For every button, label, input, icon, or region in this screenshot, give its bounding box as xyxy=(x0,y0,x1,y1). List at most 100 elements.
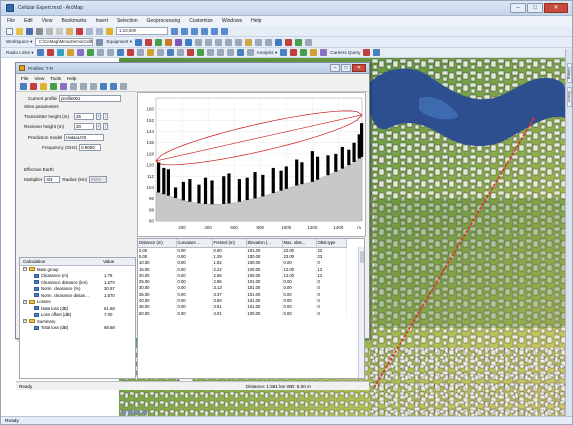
redo-icon[interactable] xyxy=(96,27,103,35)
grid-icon[interactable] xyxy=(185,38,193,46)
rl-profile-icon[interactable] xyxy=(56,49,64,56)
rl-pin-icon[interactable] xyxy=(186,49,194,56)
measure-icon[interactable] xyxy=(235,38,243,46)
expand-toggle-icon[interactable]: − xyxy=(23,299,27,304)
profile-table-icon[interactable] xyxy=(70,83,77,90)
an-3-icon[interactable] xyxy=(300,49,308,56)
search-tab[interactable]: Search xyxy=(567,87,572,107)
globe-icon[interactable] xyxy=(275,38,283,46)
table-icon[interactable] xyxy=(181,27,188,35)
rx-height-options-icon[interactable]: ⋮ xyxy=(103,123,108,130)
profile-menu-file[interactable]: File xyxy=(21,76,28,81)
toolbox-icon[interactable] xyxy=(211,27,218,35)
layout-view-icon[interactable] xyxy=(121,410,126,415)
calc-row[interactable]: Total loss (dB) 68.68 xyxy=(20,325,135,332)
rl-star-icon[interactable] xyxy=(146,49,154,56)
an-5-icon[interactable] xyxy=(320,49,328,56)
rx-height-spin-icon[interactable]: ↕ xyxy=(96,123,101,130)
profile-minimize-button[interactable]: – xyxy=(330,64,340,72)
open-icon[interactable] xyxy=(16,27,23,35)
rl-print-icon[interactable] xyxy=(246,49,254,56)
copy-icon[interactable] xyxy=(56,27,63,35)
profile-open-icon[interactable] xyxy=(40,83,47,90)
profile-save-icon[interactable] xyxy=(50,83,57,90)
chart-icon[interactable] xyxy=(285,38,293,46)
workspace-menu[interactable]: Workspace ▾ xyxy=(6,39,32,45)
profile-print-icon[interactable] xyxy=(110,83,117,90)
antenna-icon[interactable] xyxy=(145,38,153,46)
rx-height-input[interactable]: 30 xyxy=(74,123,94,130)
rl-layer-icon[interactable] xyxy=(166,49,174,56)
menu-edit[interactable]: Edit xyxy=(24,18,33,24)
save-icon[interactable] xyxy=(26,27,33,35)
data-view-icon[interactable] xyxy=(128,410,133,415)
grid-column-header[interactable]: Distance (m) xyxy=(138,239,177,248)
tx-height-input[interactable]: 26 xyxy=(74,113,94,120)
equipment-menu[interactable]: Equipment ▾ xyxy=(106,39,132,45)
radio-links-menu[interactable]: Radio Links ▾ xyxy=(6,50,34,56)
rl-pan-icon[interactable] xyxy=(216,49,224,56)
rl-export-icon[interactable] xyxy=(236,49,244,56)
profile-export-icon[interactable] xyxy=(80,83,87,90)
rl-report-icon[interactable] xyxy=(86,49,94,56)
menu-file[interactable]: File xyxy=(7,18,15,24)
paste-icon[interactable] xyxy=(66,27,73,35)
report-icon[interactable] xyxy=(295,38,303,46)
grid-scroll-thumb[interactable] xyxy=(360,251,364,263)
editor-icon[interactable] xyxy=(171,27,178,35)
minimize-button[interactable]: – xyxy=(510,3,526,13)
expand-toggle-icon[interactable]: − xyxy=(23,267,27,272)
link-icon[interactable] xyxy=(165,38,173,46)
rl-options-icon[interactable] xyxy=(96,49,104,56)
refresh-map-icon[interactable] xyxy=(135,410,140,415)
current-profile-select[interactable]: profile001 xyxy=(59,95,122,102)
settings-icon[interactable] xyxy=(305,38,313,46)
rl-map-icon[interactable] xyxy=(116,49,124,56)
cut-icon[interactable] xyxy=(46,27,53,35)
print-icon[interactable] xyxy=(36,27,43,35)
cq-2-icon[interactable] xyxy=(373,49,381,56)
catalog-icon[interactable] xyxy=(191,27,198,35)
rl-check-icon[interactable] xyxy=(196,49,204,56)
profile-title-bar[interactable]: Profiles: T-R – □ ✕ xyxy=(16,63,369,74)
expand-toggle-icon[interactable]: − xyxy=(23,319,27,324)
rl-table-icon[interactable] xyxy=(106,49,114,56)
grid-column-header[interactable]: Obst.type xyxy=(316,239,347,248)
layer-icon[interactable] xyxy=(195,38,203,46)
rl-flag-icon[interactable] xyxy=(126,49,134,56)
tx-height-options-icon[interactable]: ⋮ xyxy=(103,113,108,120)
rl-grid-icon[interactable] xyxy=(156,49,164,56)
rl-select-icon[interactable] xyxy=(226,49,234,56)
profile-menu-tools[interactable]: Tools xyxy=(50,76,61,81)
profile-chart-icon[interactable] xyxy=(60,83,67,90)
delete-icon[interactable] xyxy=(76,27,83,35)
select-icon[interactable] xyxy=(245,38,253,46)
rl-add-icon[interactable] xyxy=(36,49,44,56)
an-4-icon[interactable] xyxy=(310,49,318,56)
table-row[interactable]: 50.00 0.00 4.01 100.00 0.00 0 xyxy=(138,309,347,317)
profile-refresh-icon[interactable] xyxy=(100,83,107,90)
grid-column-header[interactable]: Elevation (... xyxy=(246,239,283,248)
menu-bookmarks[interactable]: Bookmarks xyxy=(61,18,86,24)
profile-delete-icon[interactable] xyxy=(30,83,37,90)
grid-column-header[interactable]: Max. obst... xyxy=(282,239,317,248)
add-data-icon[interactable] xyxy=(106,27,113,35)
undo-icon[interactable] xyxy=(86,27,93,35)
menu-customize[interactable]: Customize xyxy=(189,18,213,24)
profile-maximize-button[interactable]: □ xyxy=(341,64,351,72)
coverage-icon[interactable] xyxy=(175,38,183,46)
clear-icon[interactable] xyxy=(255,38,263,46)
site-icon[interactable] xyxy=(135,38,143,46)
rl-zoom-icon[interactable] xyxy=(206,49,214,56)
menu-insert[interactable]: Insert xyxy=(95,18,108,24)
profile-close-button[interactable]: ✕ xyxy=(352,64,366,72)
pause-drawing-icon[interactable] xyxy=(142,410,147,415)
rl-fresnel-icon[interactable] xyxy=(66,49,74,56)
search-icon[interactable] xyxy=(201,27,208,35)
workspace-tool-icon[interactable] xyxy=(96,38,104,46)
profile-menu-help[interactable]: Help xyxy=(67,76,76,81)
profile-new-icon[interactable] xyxy=(20,83,27,90)
prediction-model-select[interactable]: HataxLOS xyxy=(64,134,105,141)
menu-selection[interactable]: Selection xyxy=(117,18,138,24)
maximize-button[interactable]: □ xyxy=(527,3,543,13)
